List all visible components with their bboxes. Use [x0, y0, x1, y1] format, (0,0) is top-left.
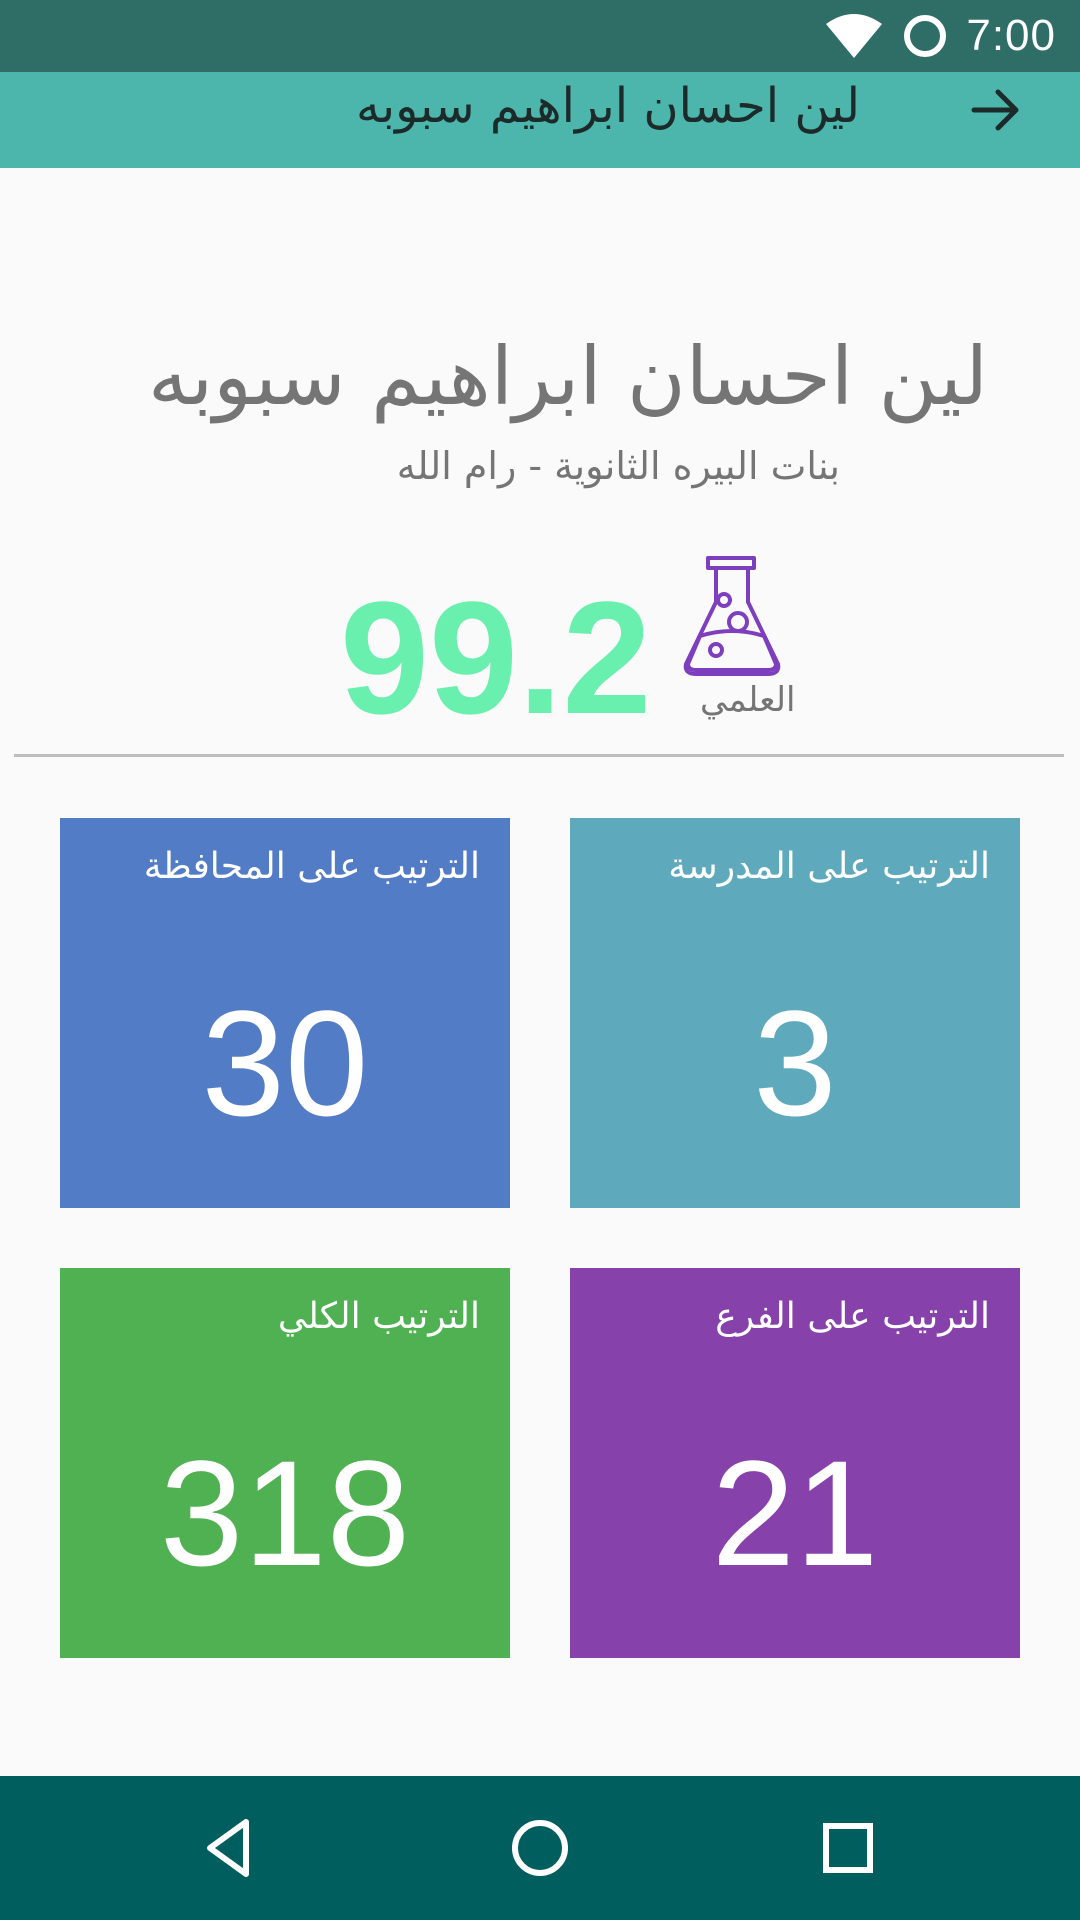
tile-label: الترتيب الكلي: [277, 1296, 480, 1337]
app-bar-title: لين احسان ابراهيم سبوبه: [356, 78, 860, 134]
navigation-bar: [0, 1776, 1080, 1920]
recents-square-icon[interactable]: [812, 1812, 884, 1884]
status-time: 7:00: [966, 11, 1056, 60]
tile-value: 21: [711, 1429, 879, 1597]
tile-value: 318: [159, 1429, 411, 1597]
arrow-forward-icon[interactable]: [968, 82, 1024, 138]
flask-icon: [683, 556, 781, 676]
tile-value: 30: [201, 979, 369, 1147]
branch-rank-tile[interactable]: الترتيب على الفرع 21: [570, 1268, 1020, 1658]
result-screen: 7:00 لين احسان ابراهيم سبوبه لين احسان ا…: [0, 0, 1080, 1920]
wifi-icon: [826, 14, 883, 58]
home-circle-icon[interactable]: [504, 1812, 576, 1884]
tile-label: الترتيب على الفرع: [715, 1296, 990, 1337]
average-score: 99.2: [340, 568, 652, 747]
back-triangle-icon[interactable]: [194, 1812, 266, 1884]
branch-label: العلمي: [700, 680, 796, 720]
governorate-rank-tile[interactable]: الترتيب على المحافظة 30: [60, 818, 510, 1208]
school-and-city: بنات البيره الثانوية - رام الله: [396, 444, 840, 488]
tile-label: الترتيب على المدرسة: [668, 846, 990, 887]
divider: [14, 754, 1064, 757]
app-bar: لين احسان ابراهيم سبوبه: [0, 72, 1080, 168]
tile-label: الترتيب على المحافظة: [143, 846, 480, 887]
tile-value: 3: [753, 979, 837, 1147]
notification-circle-icon: [904, 15, 947, 57]
overall-rank-tile[interactable]: الترتيب الكلي 318: [60, 1268, 510, 1658]
student-name: لين احسان ابراهيم سبوبه: [148, 330, 988, 423]
school-rank-tile[interactable]: الترتيب على المدرسة 3: [570, 818, 1020, 1208]
